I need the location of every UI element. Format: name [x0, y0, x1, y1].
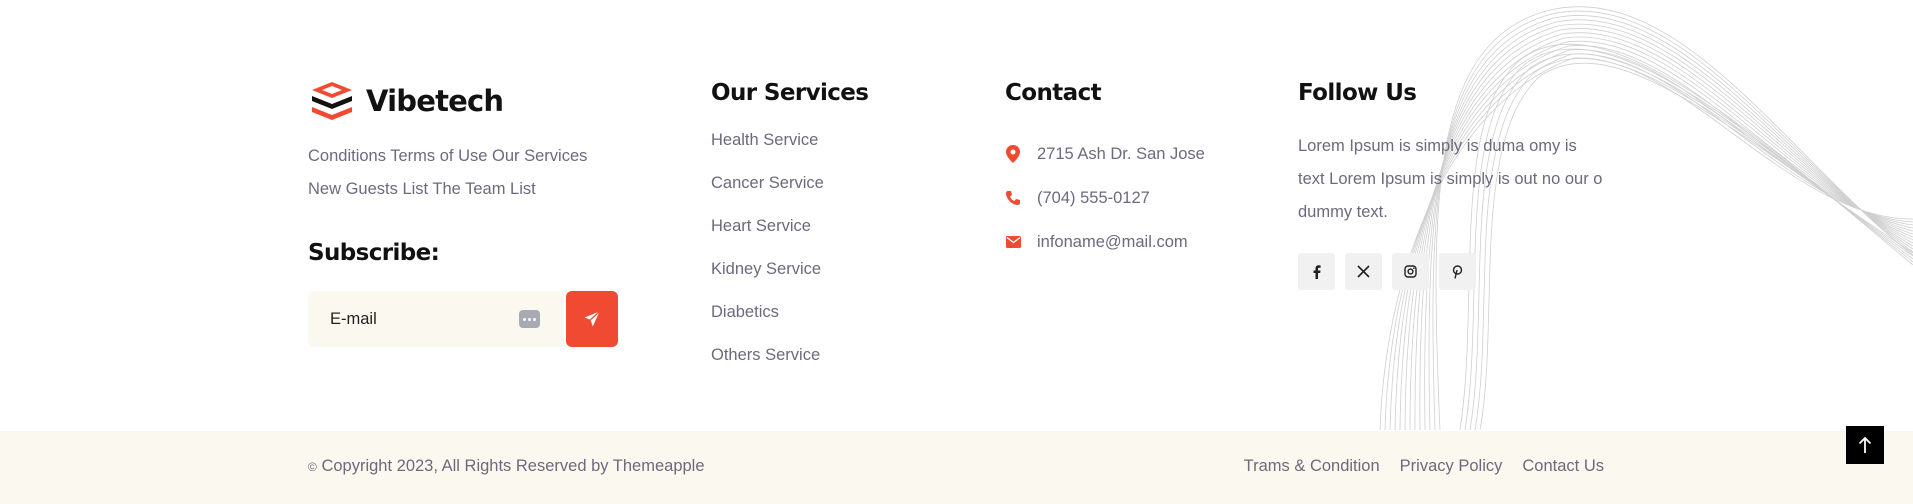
service-link-cancer[interactable]: Cancer Service — [711, 173, 931, 216]
brand-column: Vibetech Conditions Terms of Use Our Ser… — [308, 80, 648, 347]
contact-address-text: 2715 Ash Dr. San Jose — [1037, 144, 1205, 163]
contact-address: 2715 Ash Dr. San Jose — [1005, 132, 1245, 176]
contact-phone: (704) 555-0127 — [1005, 176, 1245, 220]
follow-description: Lorem Ipsum is simply is duma omy is tex… — [1298, 130, 1628, 229]
copyright-text: Copyright 2023, All Rights Reserved by T… — [321, 457, 705, 475]
logo[interactable]: Vibetech — [308, 80, 648, 122]
facebook-icon[interactable] — [1298, 253, 1335, 290]
phone-icon — [1005, 189, 1021, 207]
service-link-diabetics[interactable]: Diabetics — [711, 302, 931, 345]
brand-links-line-2[interactable]: New Guests List The Team List — [308, 173, 648, 206]
service-link-heart[interactable]: Heart Service — [711, 216, 931, 259]
x-icon[interactable] — [1345, 253, 1382, 290]
copyright-symbol: © — [308, 460, 317, 474]
subscribe-form — [308, 291, 648, 347]
services-list: Health Service Cancer Service Heart Serv… — [711, 130, 931, 388]
follow-description-line-2: text Lorem Ipsum is simply is out no our… — [1298, 170, 1603, 188]
follow-column: Follow Us Lorem Ipsum is simply is duma … — [1298, 80, 1628, 290]
password-manager-icon[interactable] — [519, 310, 540, 328]
mail-icon — [1005, 233, 1021, 251]
service-link-health[interactable]: Health Service — [711, 130, 931, 173]
social-links — [1298, 253, 1628, 290]
copyright: © Copyright 2023, All Rights Reserved by… — [308, 457, 705, 476]
brand-links-line-1[interactable]: Conditions Terms of Use Our Services — [308, 140, 648, 173]
bottom-links: Trams & Condition Privacy Policy Contact… — [1224, 457, 1604, 476]
brand-links: Conditions Terms of Use Our Services New… — [308, 140, 648, 206]
follow-description-line-3: dummy text. — [1298, 203, 1388, 221]
follow-title: Follow Us — [1298, 80, 1417, 106]
pinterest-icon[interactable] — [1439, 253, 1476, 290]
footer-bottom-bar: © Copyright 2023, All Rights Reserved by… — [0, 431, 1913, 504]
terms-link[interactable]: Trams & Condition — [1244, 457, 1380, 476]
arrow-up-icon — [1858, 436, 1872, 453]
email-field-wrapper — [308, 291, 564, 347]
privacy-policy-link[interactable]: Privacy Policy — [1400, 457, 1503, 476]
service-link-kidney[interactable]: Kidney Service — [711, 259, 931, 302]
services-column: Our Services Health Service Cancer Servi… — [711, 80, 931, 388]
footer-main: Vibetech Conditions Terms of Use Our Ser… — [0, 0, 1913, 431]
contact-phone-text[interactable]: (704) 555-0127 — [1037, 189, 1150, 208]
brand-name: Vibetech — [366, 84, 504, 118]
instagram-icon[interactable] — [1392, 253, 1429, 290]
service-link-others[interactable]: Others Service — [711, 345, 931, 388]
contact-column: Contact 2715 Ash Dr. San Jose (704) 555-… — [1005, 80, 1245, 264]
subscribe-title: Subscribe: — [308, 240, 440, 266]
back-to-top-button[interactable] — [1846, 426, 1884, 464]
send-icon — [584, 311, 600, 327]
email-input[interactable] — [330, 309, 510, 329]
subscribe-send-button[interactable] — [566, 291, 618, 347]
contact-email-text[interactable]: infoname@mail.com — [1037, 233, 1188, 252]
contact-list: 2715 Ash Dr. San Jose (704) 555-0127 inf… — [1005, 132, 1245, 264]
contact-email: infoname@mail.com — [1005, 220, 1245, 264]
services-title: Our Services — [711, 80, 869, 106]
follow-description-line-1: Lorem Ipsum is simply is duma omy is — [1298, 137, 1577, 155]
logo-layers-icon — [312, 82, 352, 120]
contact-title: Contact — [1005, 80, 1102, 106]
location-pin-icon — [1005, 145, 1021, 163]
contact-us-link[interactable]: Contact Us — [1522, 457, 1604, 476]
